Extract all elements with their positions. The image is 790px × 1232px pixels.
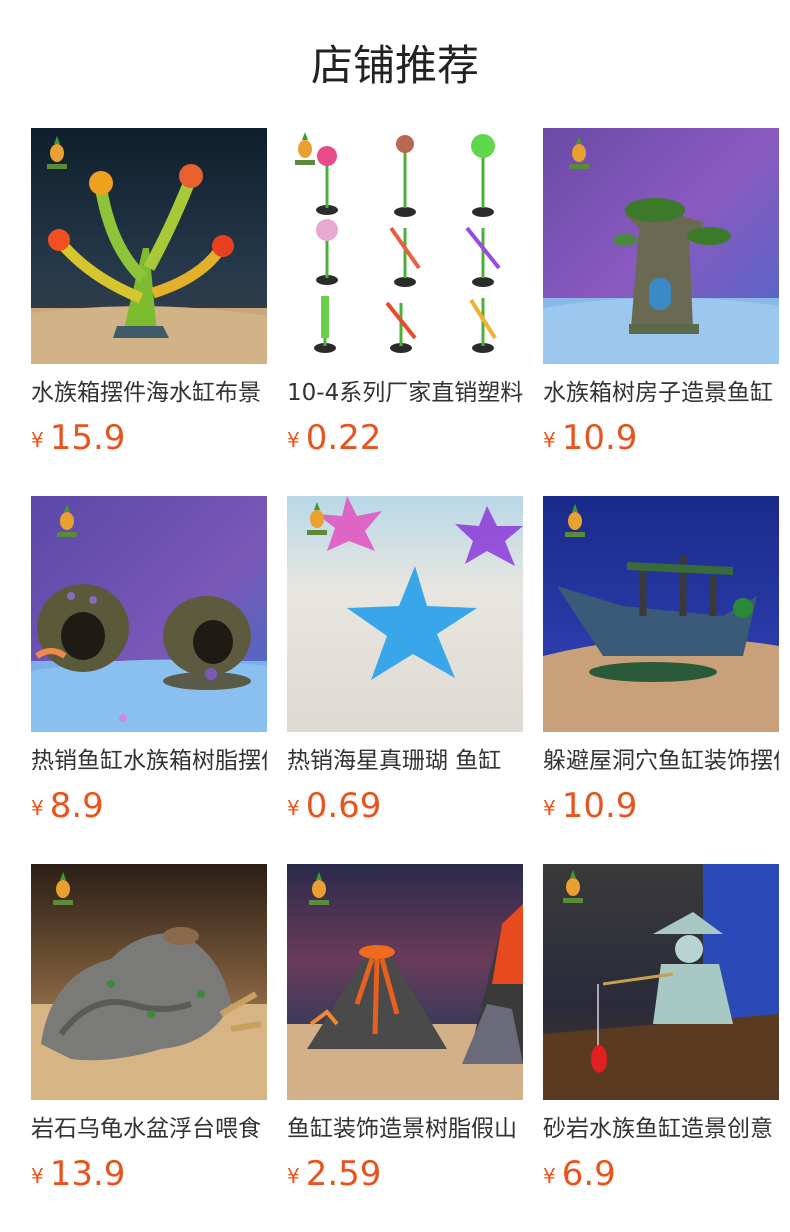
- currency-symbol: ¥: [287, 796, 300, 820]
- currency-symbol: ¥: [31, 796, 44, 820]
- product-image-tree-house[interactable]: [543, 128, 779, 364]
- price-value: 10.9: [561, 418, 638, 458]
- product-name[interactable]: 水族箱树房子造景鱼缸: [543, 376, 779, 410]
- product-price: ¥8.9: [31, 784, 104, 828]
- product-card[interactable]: 躲避屋洞穴鱼缸装饰摆件 ¥10.9: [543, 496, 779, 836]
- section-title: 店铺推荐: [310, 41, 479, 90]
- product-card[interactable]: 热销鱼缸水族箱树脂摆件 ¥8.9: [31, 496, 267, 836]
- product-name[interactable]: 热销鱼缸水族箱树脂摆件: [31, 744, 267, 778]
- shop-logo-icon: [309, 872, 329, 905]
- product-image-coral-ornament[interactable]: [31, 128, 267, 364]
- currency-symbol: ¥: [287, 1164, 300, 1188]
- currency-symbol: ¥: [31, 428, 44, 452]
- product-card[interactable]: 水族箱树房子造景鱼缸 ¥10.9: [543, 128, 779, 468]
- currency-symbol: ¥: [31, 1164, 44, 1188]
- product-price: ¥0.22: [287, 416, 381, 460]
- product-card[interactable]: 水族箱摆件海水缸布景 ¥15.9: [31, 128, 267, 468]
- product-price: ¥0.69: [287, 784, 381, 828]
- product-price: ¥10.9: [543, 784, 637, 828]
- product-price: ¥10.9: [543, 416, 637, 460]
- product-name[interactable]: 10-4系列厂家直销塑料: [287, 376, 523, 410]
- product-price: ¥15.9: [31, 416, 125, 460]
- product-image-turtle-rock[interactable]: [31, 864, 267, 1100]
- price-value: 10.9: [561, 786, 638, 826]
- shop-logo-icon: [307, 502, 327, 535]
- product-card[interactable]: 热销海星真珊瑚 鱼缸 ¥0.69: [287, 496, 523, 836]
- price-value: 15.9: [49, 418, 126, 458]
- product-card[interactable]: 砂岩水族鱼缸造景创意 ¥6.9: [543, 864, 779, 1204]
- product-image-volcano[interactable]: [287, 864, 523, 1100]
- shop-logo-icon: [57, 504, 77, 537]
- product-name[interactable]: 躲避屋洞穴鱼缸装饰摆件: [543, 744, 779, 778]
- product-image-starfish[interactable]: [287, 496, 523, 732]
- product-price: ¥13.9: [31, 1152, 125, 1196]
- currency-symbol: ¥: [543, 796, 556, 820]
- product-card[interactable]: 10-4系列厂家直销塑料 ¥0.22: [287, 128, 523, 468]
- product-name[interactable]: 水族箱摆件海水缸布景: [31, 376, 267, 410]
- shop-logo-icon: [563, 870, 583, 903]
- product-price: ¥2.59: [287, 1152, 381, 1196]
- shop-logo-icon: [569, 136, 589, 169]
- product-price: ¥6.9: [543, 1152, 616, 1196]
- shop-logo-icon: [47, 136, 67, 169]
- product-image-plastic-plants-set[interactable]: [287, 128, 523, 364]
- currency-symbol: ¥: [287, 428, 300, 452]
- currency-symbol: ¥: [543, 428, 556, 452]
- product-name[interactable]: 砂岩水族鱼缸造景创意: [543, 1112, 779, 1146]
- product-card[interactable]: 鱼缸装饰造景树脂假山 ¥2.59: [287, 864, 523, 1204]
- product-name[interactable]: 鱼缸装饰造景树脂假山: [287, 1112, 523, 1146]
- shop-logo-icon: [565, 504, 585, 537]
- shop-logo-icon: [53, 872, 73, 905]
- price-value: 2.59: [305, 1154, 382, 1194]
- product-image-fisherman-figurine[interactable]: [543, 864, 779, 1100]
- product-image-shipwreck[interactable]: [543, 496, 779, 732]
- price-value: 13.9: [49, 1154, 126, 1194]
- product-image-barrel-caves[interactable]: [31, 496, 267, 732]
- product-name[interactable]: 热销海星真珊瑚 鱼缸: [287, 744, 523, 778]
- price-value: 8.9: [49, 786, 104, 826]
- price-value: 6.9: [561, 1154, 616, 1194]
- product-name[interactable]: 岩石乌龟水盆浮台喂食: [31, 1112, 267, 1146]
- price-value: 0.22: [305, 418, 382, 458]
- currency-symbol: ¥: [543, 1164, 556, 1188]
- product-card[interactable]: 岩石乌龟水盆浮台喂食 ¥13.9: [31, 864, 267, 1204]
- price-value: 0.69: [305, 786, 382, 826]
- shop-logo-icon: [295, 132, 315, 165]
